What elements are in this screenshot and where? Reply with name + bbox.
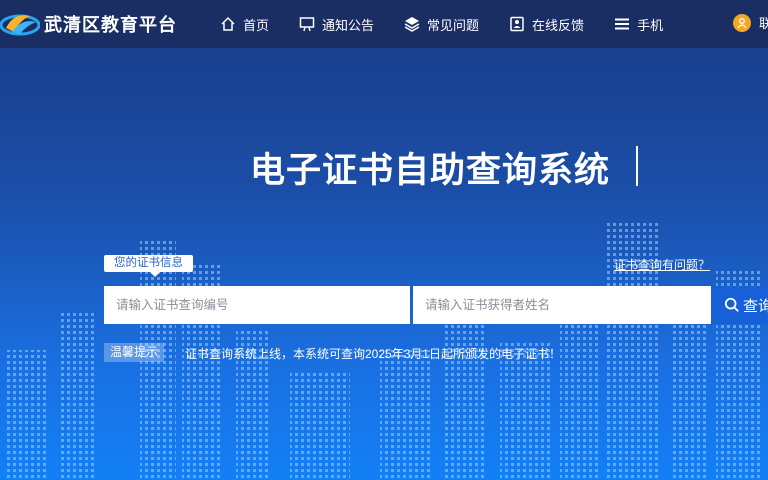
menu-icon xyxy=(615,18,630,30)
nav-item-label: 通知公告 xyxy=(322,17,375,33)
top-navbar: 武清区教育平台 首页 通知公告 常见问题 在线反馈 手机 联 xyxy=(0,0,768,48)
logo-icon[interactable] xyxy=(0,8,40,40)
search-button[interactable]: 查询 xyxy=(711,286,768,324)
contact-label: 联 xyxy=(759,16,768,31)
contact-link[interactable]: 联 xyxy=(733,13,768,32)
page-title: 电子证书自助查询系统 xyxy=(250,151,611,190)
nav-item-notices[interactable]: 通知公告 xyxy=(299,0,374,48)
nav-item-label: 在线反馈 xyxy=(532,17,585,33)
nav-item-label: 常见问题 xyxy=(427,17,480,33)
notice-text: 证书查询系统上线，本系统可查询2025年3月1日起所颁发的电子证书！ xyxy=(185,347,562,361)
nav-item-label: 首页 xyxy=(243,17,270,33)
nav-item-mobile[interactable]: 手机 xyxy=(614,0,663,48)
main-nav: 首页 通知公告 常见问题 在线反馈 手机 xyxy=(220,0,693,48)
holder-name-input[interactable] xyxy=(413,286,711,324)
search-bar: 查询 xyxy=(104,286,768,324)
notice-board-icon xyxy=(299,17,315,32)
search-icon xyxy=(724,297,739,312)
query-help-link[interactable]: 证书查询有问题？ xyxy=(614,256,710,273)
nav-item-faq[interactable]: 常见问题 xyxy=(404,0,479,48)
cityscape-background xyxy=(6,220,760,480)
feedback-icon xyxy=(510,16,524,32)
text-caret xyxy=(636,146,638,186)
certificate-number-input[interactable] xyxy=(104,286,410,324)
brand-title[interactable]: 武清区教育平台 xyxy=(44,11,177,37)
notice-badge: 温馨提示 xyxy=(104,343,165,362)
nav-item-home[interactable]: 首页 xyxy=(220,0,269,48)
user-icon xyxy=(733,13,751,32)
home-icon xyxy=(221,16,235,31)
nav-item-feedback[interactable]: 在线反馈 xyxy=(509,0,584,48)
certificate-info-tag: 您的证书信息 xyxy=(104,255,193,277)
search-button-label: 查询 xyxy=(742,297,768,315)
layers-icon xyxy=(404,17,420,32)
nav-item-label: 手机 xyxy=(637,17,664,33)
